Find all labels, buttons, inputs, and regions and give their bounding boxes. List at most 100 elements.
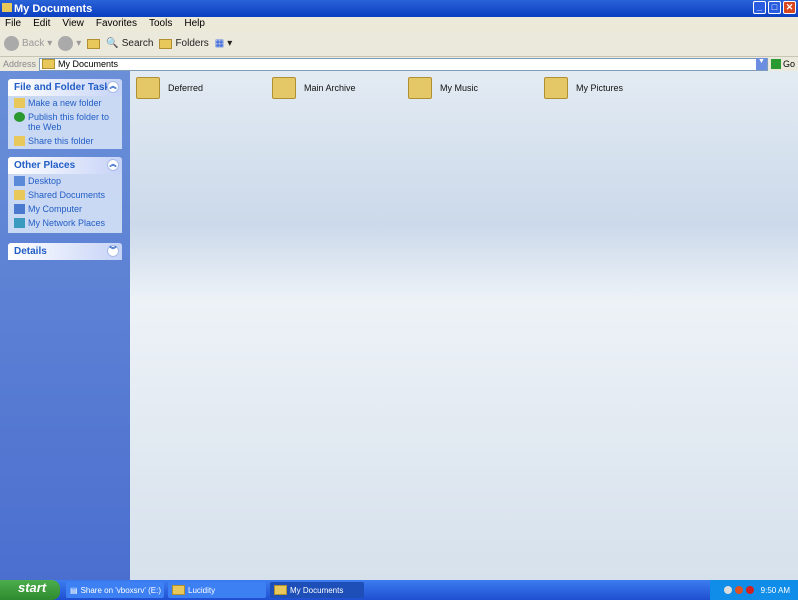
address-value: My Documents [58, 59, 119, 69]
clock: 9:50 AM [760, 585, 790, 595]
maximize-button[interactable]: □ [768, 1, 781, 14]
menu-bar: File Edit View Favorites Tools Help [0, 17, 798, 31]
folder-icon [136, 77, 160, 99]
folder-item[interactable]: Main Archive [272, 77, 356, 99]
folders-label: Folders [175, 38, 209, 49]
search-icon: 🔍 [106, 38, 119, 49]
go-arrow-icon [771, 59, 781, 69]
folder-icon [42, 59, 56, 69]
security-alert-icon[interactable] [734, 586, 743, 594]
back-label: Back [22, 38, 45, 49]
menu-view[interactable]: View [62, 18, 84, 31]
menu-favorites[interactable]: Favorites [96, 18, 137, 31]
file-folder-tasks-panel: File and Folder Tasks ︽ Make a new folder… [8, 79, 122, 149]
network-icon [14, 218, 25, 228]
address-input[interactable]: My Documents ▼ [39, 57, 768, 71]
menu-help[interactable]: Help [184, 18, 205, 31]
computer-icon [14, 204, 25, 214]
desktop-icon [14, 176, 25, 186]
minimize-button[interactable]: _ [753, 1, 766, 14]
link-label: My Computer [28, 204, 83, 214]
panel-title: File and Folder Tasks [14, 82, 116, 93]
taskbar-item[interactable]: ▤ Share on 'vboxsrv' (E:) [66, 582, 164, 598]
pictures-folder-icon [544, 77, 568, 99]
go-button[interactable]: Go [768, 59, 798, 69]
address-label: Address [3, 59, 37, 69]
folders-button[interactable]: Folders [159, 38, 209, 49]
link-label: Publish this folder to the Web [28, 112, 110, 132]
views-button[interactable]: ▦ ▾ [215, 38, 232, 49]
share-folder-icon [14, 136, 25, 146]
panel-header[interactable]: File and Folder Tasks ︽ [8, 79, 122, 96]
share-folder-link[interactable]: Share this folder [8, 134, 122, 148]
go-label: Go [783, 59, 796, 69]
panel-header[interactable]: Details ︾ [8, 243, 122, 260]
folder-label: My Music [440, 83, 478, 93]
folder-icon [172, 585, 185, 595]
shared-documents-link[interactable]: Shared Documents [8, 188, 122, 202]
globe-icon [14, 112, 25, 122]
forward-button[interactable]: ▾ [58, 36, 81, 51]
window-title: My Documents [14, 3, 93, 15]
folder-icon [272, 77, 296, 99]
folder-item[interactable]: My Music [408, 77, 478, 99]
other-places-panel: Other Places ︽ Desktop Shared Documents M… [8, 157, 122, 233]
task-label: Share on 'vboxsrv' (E:) [80, 585, 161, 595]
folder-icon [14, 190, 25, 200]
my-computer-link[interactable]: My Computer [8, 202, 122, 216]
link-label: Shared Documents [28, 190, 106, 200]
expand-icon[interactable]: ︾ [107, 245, 119, 257]
menu-file[interactable]: File [5, 18, 21, 31]
taskbar: start ▤ Share on 'vboxsrv' (E:) Lucidity … [0, 580, 798, 600]
address-bar: Address My Documents ▼ Go [0, 57, 798, 71]
panel-title: Details [14, 246, 47, 257]
link-label: My Network Places [28, 218, 106, 228]
search-label: Search [121, 38, 154, 49]
menu-tools[interactable]: Tools [149, 18, 172, 31]
taskbar-item[interactable]: Lucidity [168, 582, 266, 598]
folder-icon [2, 3, 12, 12]
network-share-icon: ▤ [70, 585, 78, 595]
link-label: Desktop [28, 176, 62, 186]
file-view: Deferred Main Archive My Music My Pictur… [130, 71, 798, 580]
task-label: My Documents [290, 585, 344, 595]
tray-icon[interactable] [723, 586, 732, 594]
taskbar-item-active[interactable]: My Documents [270, 582, 364, 598]
search-button[interactable]: 🔍 Search [106, 38, 153, 49]
tray-icon[interactable] [745, 586, 754, 594]
music-folder-icon [408, 77, 432, 99]
link-label: Share this folder [28, 136, 94, 146]
menu-edit[interactable]: Edit [33, 18, 50, 31]
task-label: Lucidity [188, 585, 216, 595]
system-tray: 9:50 AM [710, 580, 798, 600]
close-button[interactable]: ✕ [783, 1, 796, 14]
publish-folder-link[interactable]: Publish this folder to the Web [8, 110, 122, 134]
back-button[interactable]: Back ▾ [4, 36, 52, 51]
folder-item[interactable]: Deferred [136, 77, 203, 99]
panel-header[interactable]: Other Places ︽ [8, 157, 122, 174]
views-icon: ▦ [214, 38, 225, 49]
my-network-places-link[interactable]: My Network Places [8, 216, 122, 230]
details-panel: Details ︾ [8, 243, 122, 260]
new-folder-icon [14, 98, 25, 108]
folders-icon [159, 38, 173, 49]
task-pane: File and Folder Tasks ︽ Make a new folder… [0, 71, 130, 580]
link-label: Make a new folder [28, 98, 102, 108]
up-button[interactable] [87, 38, 101, 49]
collapse-icon[interactable]: ︽ [107, 159, 119, 171]
folder-icon [274, 585, 287, 595]
forward-arrow-icon [58, 36, 74, 51]
title-bar[interactable]: My Documents _ □ ✕ [0, 0, 798, 17]
folder-up-icon [87, 38, 101, 49]
address-dropdown[interactable]: ▼ [756, 58, 767, 70]
collapse-icon[interactable]: ︽ [107, 81, 119, 93]
folder-label: Main Archive [304, 83, 356, 93]
folder-item[interactable]: My Pictures [544, 77, 623, 99]
back-arrow-icon [4, 36, 19, 51]
start-button[interactable]: start [0, 580, 60, 600]
folder-label: My Pictures [576, 83, 624, 93]
toolbar: Back ▾ ▾ 🔍 Search Folders ▦ ▾ [0, 31, 798, 57]
folder-label: Deferred [168, 83, 204, 93]
make-new-folder-link[interactable]: Make a new folder [8, 96, 122, 110]
desktop-link[interactable]: Desktop [8, 174, 122, 188]
